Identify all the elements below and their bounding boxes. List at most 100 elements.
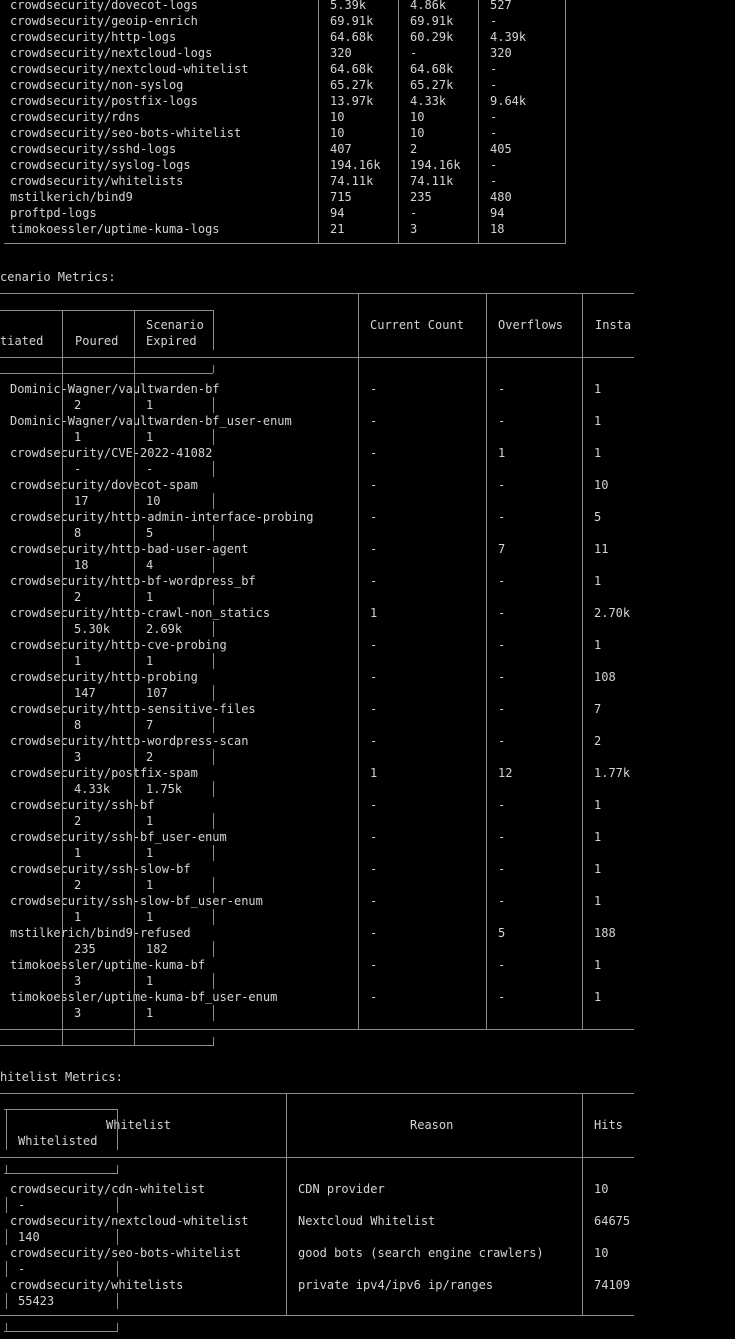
table-border [213, 781, 214, 797]
scenario-row-current-count: - [370, 894, 378, 908]
whitelist-row-name: crowdsecurity/cdn-whitelist [10, 1182, 206, 1196]
scenario-row-poured: 1 [74, 846, 82, 860]
table-border [213, 877, 214, 893]
parser-row-unparsed: 320 [490, 46, 512, 60]
scenario-metrics-title: cenario Metrics: [0, 270, 116, 284]
whitelist-row-hits: 74109 [594, 1278, 631, 1292]
scenario-row-expired: - [146, 462, 154, 476]
table-border [117, 1165, 118, 1174]
parser-row-parsed: 74.11k [410, 174, 454, 188]
scenario-row-poured: 2 [74, 814, 82, 828]
table-border [6, 1261, 7, 1277]
parser-row-name: crowdsecurity/non-syslog [10, 78, 184, 92]
whitelist-header-reason: Reason [410, 1118, 454, 1132]
scenario-row-instantiated: 1 [594, 414, 602, 428]
scenario-row-poured: 3 [74, 1006, 82, 1020]
parser-row-hits: 74.11k [330, 174, 374, 188]
scenario-row-overflows: - [498, 830, 506, 844]
scenario-row-expired: 2.69k [146, 622, 183, 636]
table-border [0, 357, 634, 358]
table-border [213, 461, 214, 477]
scenario-row-expired: 4 [146, 558, 154, 572]
parser-row-parsed: 194.16k [410, 158, 461, 172]
scenario-row-name: crowdsecurity/http-admin-interface-probi… [10, 510, 314, 524]
scenario-row-instantiated: 7 [594, 702, 602, 716]
scenario-row-instantiated: 1 [594, 894, 602, 908]
table-border [478, 0, 479, 244]
parser-row-parsed: 4.33k [410, 94, 447, 108]
table-border [4, 1109, 117, 1110]
table-border [213, 525, 214, 541]
scenario-row-name: crowdsecurity/ssh-bf_user-enum [10, 830, 227, 844]
scenario-row-poured: 4.33k [74, 782, 111, 796]
whitelist-header-hits: Hits [594, 1118, 623, 1132]
scenario-row-poured: 17 [74, 494, 89, 508]
scenario-row-overflows: - [498, 734, 506, 748]
scenario-row-overflows: - [498, 862, 506, 876]
table-border [117, 1293, 118, 1309]
table-border [582, 293, 583, 1030]
parser-row-hits: 10 [330, 110, 345, 124]
table-border [213, 365, 214, 373]
scenario-row-poured: 8 [74, 718, 82, 732]
parser-row-parsed: 64.68k [410, 62, 454, 76]
parser-row-hits: 94 [330, 206, 345, 220]
table-border [0, 1045, 213, 1046]
parser-row-hits: 194.16k [330, 158, 381, 172]
whitelist-row-name: crowdsecurity/seo-bots-whitelist [10, 1246, 242, 1260]
scenario-row-current-count: - [370, 990, 378, 1004]
scenario-row-expired: 2 [146, 750, 154, 764]
table-border [117, 1197, 118, 1213]
scenario-row-expired: 182 [146, 942, 168, 956]
scenario-row-expired: 7 [146, 718, 154, 732]
whitelist-row-hits: 10 [594, 1246, 609, 1260]
scenario-row-overflows: - [498, 638, 506, 652]
parser-row-parsed: - [410, 46, 418, 60]
scenario-row-overflows: - [498, 958, 506, 972]
scenario-row-expired: 1 [146, 590, 154, 604]
scenario-row-current-count: - [370, 478, 378, 492]
parser-row-hits: 64.68k [330, 30, 374, 44]
scenario-row-poured: 1 [74, 910, 82, 924]
parser-row-hits: 64.68k [330, 62, 374, 76]
parser-row-name: crowdsecurity/dovecot-logs [10, 0, 198, 12]
scenario-header-instantiated: Insta [595, 318, 632, 332]
parser-row-unparsed: - [490, 110, 498, 124]
parser-row-hits: 5.39k [330, 0, 367, 12]
parser-row-hits: 320 [330, 46, 352, 60]
scenario-row-expired: 10 [146, 494, 161, 508]
scenario-row-instantiated: 1 [594, 862, 602, 876]
scenario-row-name: crowdsecurity/http-bad-user-agent [10, 542, 249, 556]
scenario-row-expired: 107 [146, 686, 168, 700]
scenario-row-expired: 1 [146, 910, 154, 924]
whitelist-row-whitelisted: 55423 [18, 1294, 55, 1308]
scenario-header-instantiated-wrapped: tiated [0, 334, 44, 348]
scenario-row-poured: 3 [74, 750, 82, 764]
parser-row-unparsed: 4.39k [490, 30, 527, 44]
scenario-row-current-count: - [370, 798, 378, 812]
scenario-row-expired: 1.75k [146, 782, 183, 796]
table-border [4, 1331, 117, 1332]
table-border [486, 293, 487, 1030]
parser-row-parsed: 65.27k [410, 78, 454, 92]
parser-row-parsed: 10 [410, 110, 425, 124]
parser-row-hits: 21 [330, 222, 345, 236]
scenario-row-instantiated: 1 [594, 638, 602, 652]
scenario-row-current-count: - [370, 830, 378, 844]
scenario-row-instantiated: 188 [594, 926, 616, 940]
scenario-row-name: mstilkerich/bind9-refused [10, 926, 191, 940]
scenario-row-instantiated: 1 [594, 382, 602, 396]
scenario-row-name: crowdsecurity/http-cve-probing [10, 638, 227, 652]
parser-row-parsed: 4.86k [410, 0, 447, 12]
parser-row-name: crowdsecurity/http-logs [10, 30, 177, 44]
scenario-row-expired: 5 [146, 526, 154, 540]
scenario-row-overflows: 1 [498, 446, 506, 460]
table-border [213, 813, 214, 829]
table-border [213, 845, 214, 861]
parser-row-name: crowdsecurity/seo-bots-whitelist [10, 126, 242, 140]
parser-row-hits: 65.27k [330, 78, 374, 92]
scenario-row-name: timokoessler/uptime-kuma-bf_user-enum [10, 990, 278, 1004]
scenario-row-expired: 1 [146, 814, 154, 828]
scenario-row-current-count: - [370, 382, 378, 396]
scenario-row-poured: 235 [74, 942, 96, 956]
